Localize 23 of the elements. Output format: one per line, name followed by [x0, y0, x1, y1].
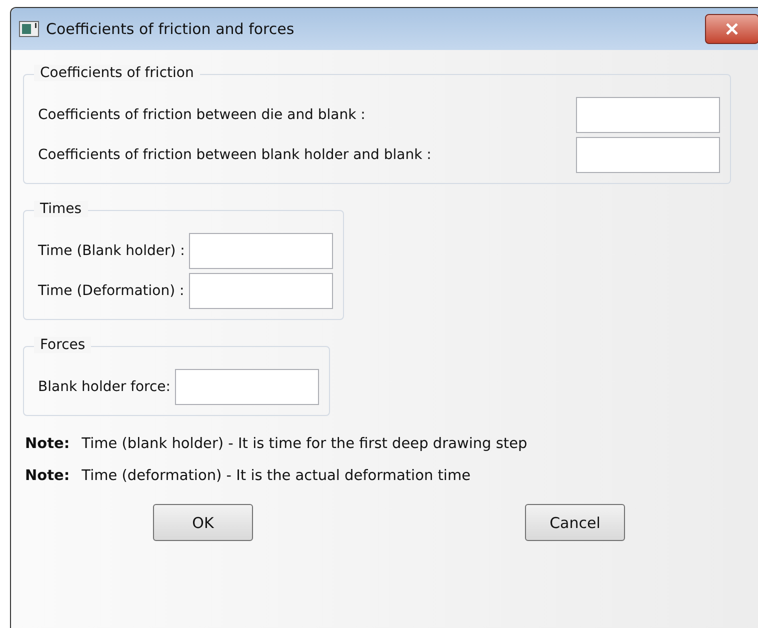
- ok-button[interactable]: OK: [153, 504, 253, 541]
- input-field[interactable]: [576, 97, 720, 133]
- note-text: Time (blank holder) - It is time for the first deep drawing step: [82, 436, 528, 452]
- group-title: Times: [34, 201, 88, 217]
- window-title: Coefficients of friction and forces: [46, 20, 296, 38]
- note-label: Note:: [25, 468, 70, 484]
- field-label: Blank holder force:: [38, 379, 171, 395]
- input-field[interactable]: [174, 369, 319, 405]
- field-label: Coefficients of friction between blank holder and blank :: [38, 147, 432, 163]
- note-text: Time (deformation) - It is the actual deformation time: [82, 468, 471, 484]
- close-button[interactable]: [705, 14, 758, 44]
- field-label: Coefficients of friction between die and blank :: [38, 107, 366, 123]
- group-title: Coefficients of friction: [34, 65, 200, 81]
- input-field[interactable]: [188, 273, 333, 309]
- field-label: Time (Blank holder) :: [38, 243, 185, 259]
- note-label: Note:: [25, 436, 70, 452]
- input-field[interactable]: [188, 233, 333, 269]
- input-field[interactable]: [576, 137, 720, 173]
- window-icon: [19, 21, 39, 37]
- cancel-button[interactable]: Cancel: [525, 504, 625, 541]
- field-label: Time (Deformation) :: [38, 283, 184, 299]
- close-icon: [725, 23, 739, 35]
- group-title: Forces: [34, 337, 92, 353]
